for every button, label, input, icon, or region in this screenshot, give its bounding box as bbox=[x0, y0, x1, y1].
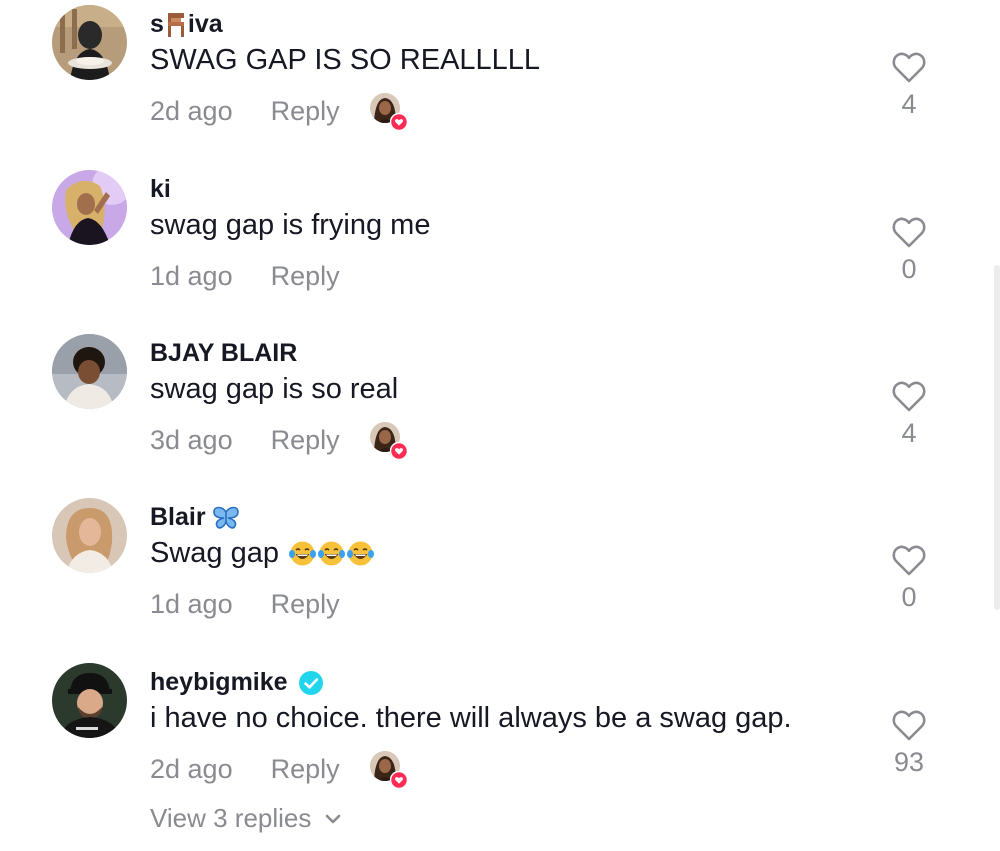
comment-item: heybigmike i have no choice. there will … bbox=[0, 658, 1000, 822]
comment-item: ki swag gap is frying me 1d ago Reply 0 bbox=[0, 165, 1000, 329]
emoji-group bbox=[287, 540, 374, 567]
comment-meta: 2d ago Reply bbox=[150, 751, 408, 789]
comment-meta: 3d ago Reply bbox=[150, 422, 408, 460]
scrollbar[interactable] bbox=[994, 265, 1000, 610]
avatar[interactable] bbox=[52, 5, 127, 80]
reply-button[interactable]: Reply bbox=[271, 754, 340, 785]
verified-badge-icon bbox=[298, 670, 323, 695]
creator-liked-badge bbox=[369, 93, 408, 131]
chevron-down-icon bbox=[326, 814, 341, 823]
comment-meta: 2d ago Reply bbox=[150, 93, 408, 131]
comment-text: i have no choice. there will always be a… bbox=[150, 702, 792, 734]
timestamp: 2d ago bbox=[150, 95, 233, 126]
comment-text: swag gap is frying me bbox=[150, 209, 431, 241]
timestamp: 1d ago bbox=[150, 260, 233, 291]
like-count: 93 bbox=[893, 747, 925, 777]
avatar[interactable] bbox=[52, 170, 127, 245]
heart-outline-icon[interactable] bbox=[891, 708, 927, 742]
laughing-tears-icon bbox=[289, 541, 316, 566]
comment-item: Blair Swag gap 1d ago Reply 0 bbox=[0, 493, 1000, 657]
heart-badge-icon bbox=[389, 113, 408, 131]
like-count: 0 bbox=[901, 582, 917, 612]
username[interactable]: heybigmike bbox=[150, 668, 324, 697]
comment-text: swag gap is so real bbox=[150, 373, 399, 405]
username[interactable]: BJAY BLAIR bbox=[150, 339, 297, 368]
heart-outline-icon[interactable] bbox=[891, 215, 927, 249]
username[interactable]: Blair bbox=[150, 503, 240, 532]
comment-meta: 1d ago Reply bbox=[150, 586, 340, 622]
creator-liked-badge bbox=[369, 751, 408, 789]
heart-badge-icon bbox=[389, 771, 408, 789]
heart-outline-icon[interactable] bbox=[891, 543, 927, 577]
heart-outline-icon[interactable] bbox=[891, 379, 927, 413]
laughing-tears-icon bbox=[347, 541, 374, 566]
creator-liked-badge bbox=[369, 422, 408, 460]
comment-item: s iva SWAG GAP IS SO REALLLLL 2d ago Rep… bbox=[0, 0, 1000, 164]
like-count: 0 bbox=[901, 254, 917, 284]
comment-text: SWAG GAP IS SO REALLLLL bbox=[150, 44, 541, 76]
reply-button[interactable]: Reply bbox=[271, 425, 340, 456]
view-replies-label: View 3 replies bbox=[150, 803, 312, 833]
comment-meta: 1d ago Reply bbox=[150, 258, 340, 294]
timestamp: 3d ago bbox=[150, 424, 233, 455]
reply-button[interactable]: Reply bbox=[271, 96, 340, 127]
like-column: 4 bbox=[878, 50, 940, 120]
like-column: 93 bbox=[878, 708, 940, 778]
avatar[interactable] bbox=[52, 334, 127, 409]
comment-item: BJAY BLAIR swag gap is so real 3d ago Re… bbox=[0, 329, 1000, 493]
timestamp: 1d ago bbox=[150, 588, 233, 619]
avatar[interactable] bbox=[52, 498, 127, 573]
reply-button[interactable]: Reply bbox=[271, 261, 340, 292]
view-replies-button[interactable]: View 3 replies bbox=[150, 803, 343, 834]
comment-list: s iva SWAG GAP IS SO REALLLLL 2d ago Rep… bbox=[0, 0, 1000, 851]
butterfly-icon bbox=[212, 506, 239, 529]
like-column: 4 bbox=[878, 379, 940, 449]
heart-outline-icon[interactable] bbox=[891, 50, 927, 84]
chair-icon bbox=[167, 12, 184, 37]
laughing-tears-icon bbox=[318, 541, 345, 566]
like-column: 0 bbox=[878, 215, 940, 285]
avatar[interactable] bbox=[52, 663, 127, 738]
like-column: 0 bbox=[878, 543, 940, 613]
heart-badge-icon bbox=[389, 442, 408, 460]
like-count: 4 bbox=[901, 418, 917, 448]
like-count: 4 bbox=[901, 89, 917, 119]
username[interactable]: s iva bbox=[150, 10, 223, 39]
username[interactable]: ki bbox=[150, 175, 171, 204]
comment-text: Swag gap bbox=[150, 537, 374, 570]
reply-button[interactable]: Reply bbox=[271, 589, 340, 620]
timestamp: 2d ago bbox=[150, 753, 233, 784]
